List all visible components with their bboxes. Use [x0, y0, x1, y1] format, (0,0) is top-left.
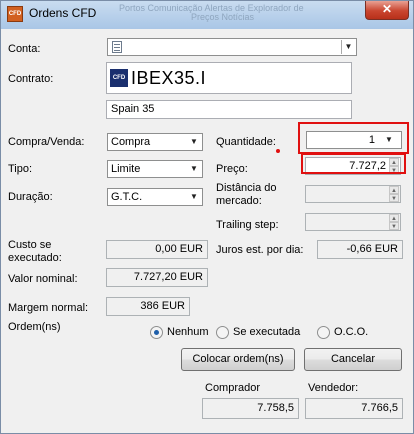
highlight-preco: [301, 153, 406, 174]
margem-label: Margem normal:: [8, 302, 89, 314]
contract-badge-icon: CFD: [110, 69, 128, 87]
custo-label-2: executado:: [8, 252, 62, 264]
chevron-down-icon[interactable]: ▼: [187, 135, 201, 149]
distancia-label-2: mercado:: [216, 195, 262, 207]
vendedor-value: 7.766,5: [305, 398, 403, 419]
juros-value: -0,66 EUR: [317, 240, 403, 259]
conta-label: Conta:: [8, 43, 41, 55]
red-dot-marker: [276, 149, 280, 153]
conta-select[interactable]: ▼: [107, 38, 357, 56]
radio-se-executada-label[interactable]: Se executada: [233, 326, 300, 339]
background-window-text-2: Preços Notícias: [191, 12, 255, 22]
colocar-ordem-button[interactable]: Colocar ordem(ns): [181, 348, 295, 371]
close-icon: ✕: [381, 2, 393, 16]
comprador-value: 7.758,5: [202, 398, 299, 419]
contrato-value: IBEX35.I: [131, 68, 207, 88]
distancia-input[interactable]: ▲ ▼: [305, 185, 401, 203]
spin-up-icon[interactable]: ▲: [389, 214, 399, 222]
quantidade-label: Quantidade:: [216, 136, 276, 148]
highlight-quantidade: [298, 122, 409, 154]
juros-label: Juros est. por dia:: [216, 244, 304, 256]
duracao-value: G.T.C.: [111, 191, 143, 203]
valor-value: 7.727,20 EUR: [106, 268, 208, 287]
margem-value: 386 EUR: [106, 297, 190, 316]
cfd-app-icon: CFD: [7, 6, 23, 22]
chevron-down-icon[interactable]: ▼: [187, 190, 201, 204]
radio-se-executada[interactable]: [216, 326, 229, 339]
vendedor-label: Vendedor:: [308, 382, 359, 394]
comprador-label: Comprador: [205, 382, 261, 394]
tipo-value: Limite: [111, 163, 141, 175]
duracao-label: Duração:: [8, 191, 53, 203]
compra-venda-select[interactable]: Compra ▼: [107, 133, 203, 151]
contrato-description: Spain 35: [106, 100, 352, 119]
cancelar-button[interactable]: Cancelar: [304, 348, 402, 371]
custo-value: 0,00 EUR: [106, 240, 208, 259]
distancia-label: Distância do: [216, 182, 277, 194]
order-form: Conta: ▼ Contrato: CFD IBEX35.I Spain 35…: [8, 29, 409, 429]
order-window: Portos Comunicação Alertas de Explorador…: [0, 0, 414, 434]
spin-down-icon[interactable]: ▼: [389, 222, 399, 230]
chevron-down-icon[interactable]: ▼: [341, 40, 355, 54]
custo-label: Custo se: [8, 239, 52, 251]
chevron-down-icon[interactable]: ▼: [187, 162, 201, 176]
window-title: Ordens CFD: [29, 6, 97, 20]
contrato-label: Contrato:: [8, 73, 54, 85]
ordens-label: Ordem(ns): [8, 321, 61, 333]
tipo-label: Tipo:: [8, 163, 33, 175]
trailing-label: Trailing step:: [216, 219, 279, 231]
radio-nenhum[interactable]: [150, 326, 163, 339]
spin-up-icon[interactable]: ▲: [389, 186, 399, 194]
radio-nenhum-label[interactable]: Nenhum: [167, 326, 209, 339]
trailing-input[interactable]: ▲ ▼: [305, 213, 401, 231]
compra-venda-label: Compra/Venda:: [8, 136, 85, 148]
radio-oco[interactable]: [317, 326, 330, 339]
title-bar[interactable]: Portos Comunicação Alertas de Explorador…: [1, 1, 413, 29]
compra-venda-value: Compra: [111, 136, 151, 148]
spin-down-icon[interactable]: ▼: [389, 194, 399, 202]
radio-oco-label[interactable]: O.C.O.: [334, 326, 368, 339]
valor-label: Valor nominal:: [8, 273, 78, 285]
close-button[interactable]: ✕: [365, 1, 409, 20]
account-icon: [112, 41, 122, 53]
preco-label: Preço:: [216, 163, 248, 175]
contrato-field[interactable]: CFD IBEX35.I: [106, 62, 352, 94]
tipo-select[interactable]: Limite ▼: [107, 160, 203, 178]
duracao-select[interactable]: G.T.C. ▼: [107, 188, 203, 206]
